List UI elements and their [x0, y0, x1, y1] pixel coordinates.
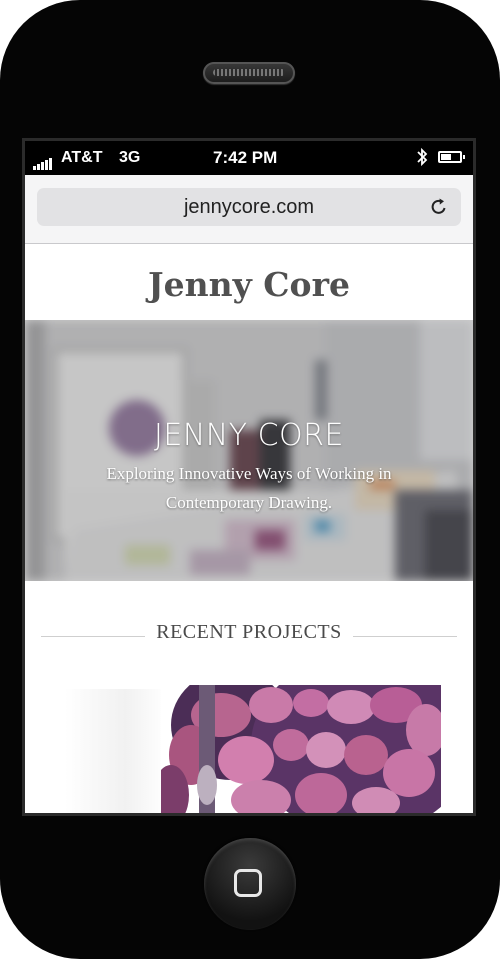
status-time: 7:42 PM: [213, 148, 278, 167]
hero-banner: JENNY CORE Exploring Innovative Ways of …: [25, 320, 473, 581]
earpiece-speaker: [203, 62, 295, 84]
battery-icon: [438, 151, 465, 163]
recent-projects-header: RECENT PROJECTS: [41, 621, 457, 649]
address-url: jennycore.com: [183, 196, 315, 218]
home-button-icon[interactable]: [204, 838, 296, 930]
browser-toolbar: jennycore.com: [25, 175, 473, 244]
status-bar: AT&T 3G 7:42 PM: [25, 141, 473, 175]
bluetooth-icon: [417, 147, 428, 167]
project-artwork: [161, 685, 441, 813]
hero-subtitle: Exploring Innovative Ways of Working in …: [106, 464, 392, 512]
recent-projects-title: RECENT PROJECTS: [156, 621, 342, 643]
phone-screen: AT&T 3G 7:42 PM jennycore.com Jenny Core: [22, 138, 476, 816]
divider-right: [353, 636, 457, 637]
battery-fill: [441, 154, 451, 160]
address-bar[interactable]: jennycore.com: [37, 188, 461, 226]
home-square-glyph: [234, 869, 262, 897]
carrier-label: AT&T: [61, 149, 103, 166]
phone-frame: AT&T 3G 7:42 PM jennycore.com Jenny Core: [0, 0, 500, 959]
reload-icon[interactable]: [429, 197, 449, 217]
project-thumbnail-placeholder: [65, 689, 165, 813]
signal-icon: [33, 152, 53, 170]
site-title[interactable]: Jenny Core: [25, 265, 473, 304]
hero-heading: JENNY CORE: [154, 418, 344, 453]
network-type: 3G: [119, 149, 141, 166]
project-thumbnail[interactable]: [161, 685, 441, 813]
